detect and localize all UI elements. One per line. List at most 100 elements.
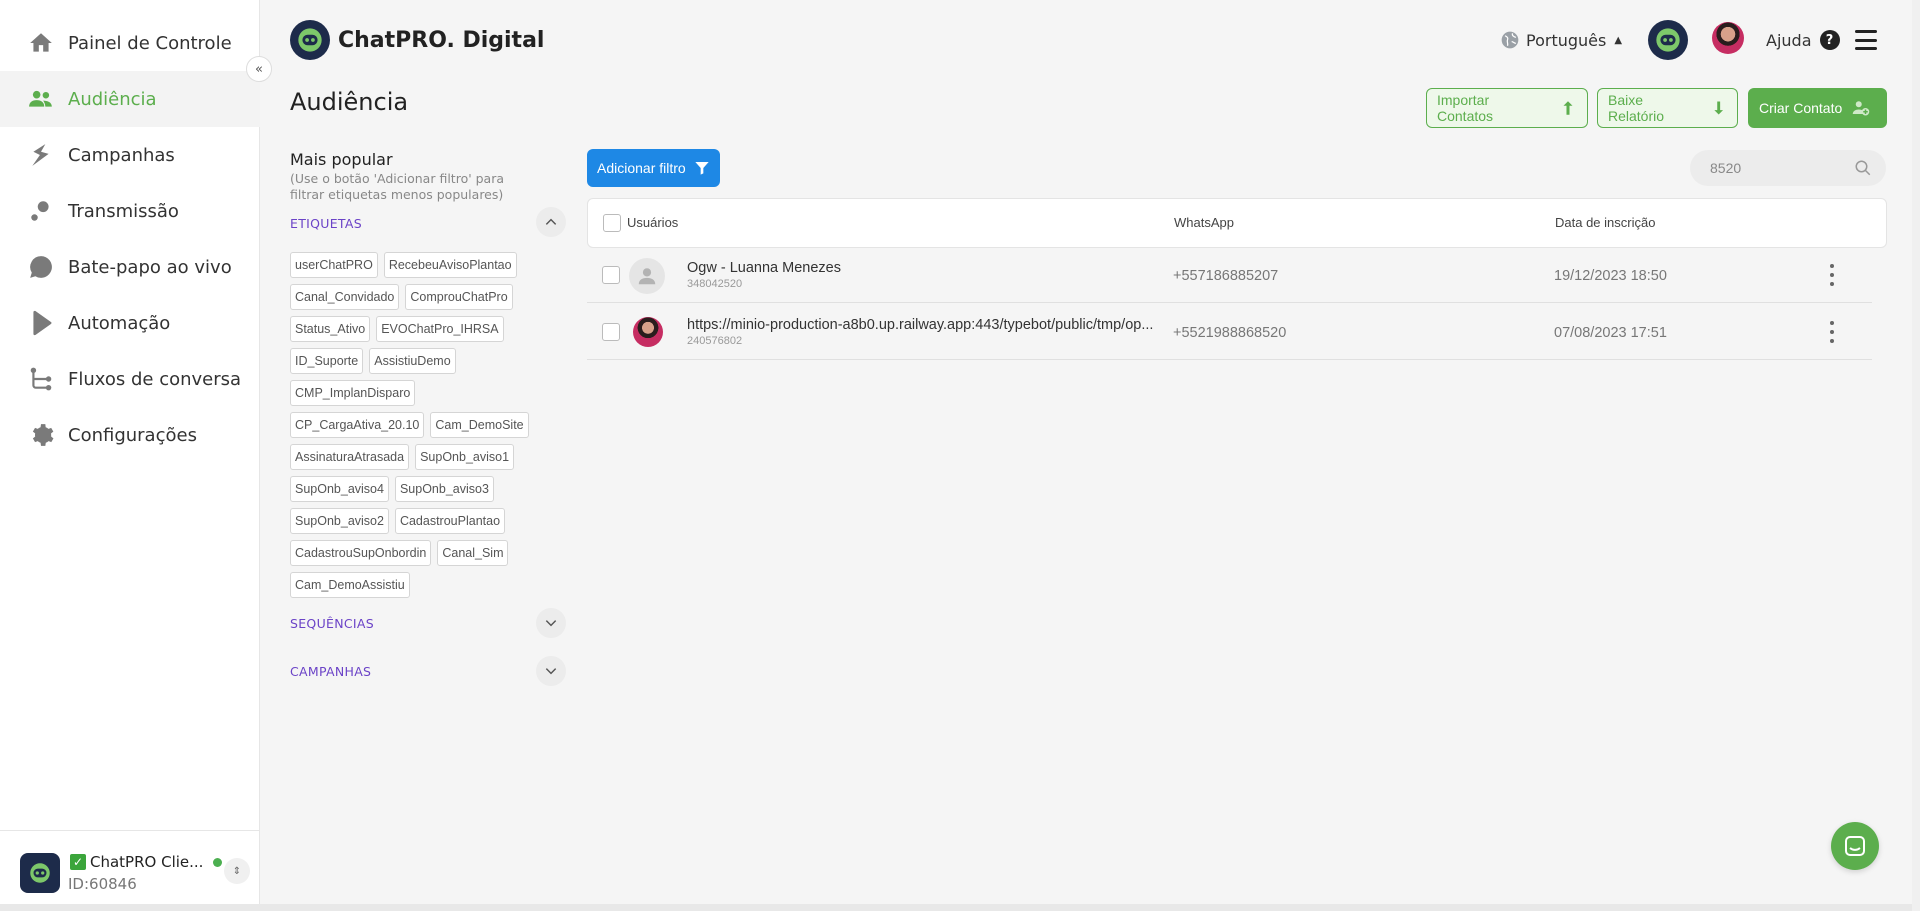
campaigns-section-toggle[interactable] [536, 656, 566, 686]
sequences-section-label[interactable]: SEQUÊNCIAS [290, 616, 374, 631]
account-logo [20, 853, 60, 893]
tag-chip[interactable]: Canal_Sim [437, 540, 509, 566]
tag-chip[interactable]: SupOnb_aviso2 [290, 508, 389, 534]
add-user-icon [1853, 101, 1870, 116]
tag-chip[interactable]: CadastrouSupOnbordin [290, 540, 432, 566]
column-header-date[interactable]: Data de inscrição [1555, 215, 1655, 230]
contact-name[interactable]: Ogw - Luanna Menezes [687, 260, 841, 276]
chat-icon [1845, 836, 1865, 856]
sidebar-item-live-chat[interactable]: Bate-papo ao vivo [0, 239, 260, 295]
vertical-scrollbar[interactable] [1912, 0, 1920, 911]
campaigns-section-label[interactable]: CAMPANHAS [290, 664, 371, 679]
gear-icon [28, 422, 54, 448]
column-header-whatsapp[interactable]: WhatsApp [1174, 215, 1234, 230]
tag-chip[interactable]: Cam_DemoSite [430, 412, 529, 438]
flow-icon [28, 366, 54, 392]
broadcast-icon [28, 198, 54, 224]
search-input[interactable] [1710, 160, 1850, 176]
bot-avatar-icon[interactable] [1648, 20, 1688, 60]
sidebar-item-automation[interactable]: Automação [0, 295, 260, 351]
tag-chip[interactable]: Canal_Convidado [290, 284, 400, 310]
upload-arrow-icon [1563, 101, 1573, 115]
table-row[interactable]: https://minio-production-a8b0.up.railway… [587, 303, 1872, 360]
sidebar-item-label: Automação [68, 312, 171, 334]
menu-icon[interactable] [1855, 30, 1877, 50]
tag-chip[interactable]: ComprouChatPro [405, 284, 513, 310]
chat-bubble-icon [28, 254, 54, 280]
sidebar-item-label: Painel de Controle [68, 32, 232, 54]
create-contact-button[interactable]: Criar Contato [1748, 88, 1887, 128]
row-checkbox[interactable] [602, 266, 620, 284]
play-icon [28, 310, 54, 336]
account-switcher[interactable]: ✓ ChatPRO Clie... ID:60846 [0, 830, 260, 911]
sidebar-item-label: Campanhas [68, 144, 175, 166]
sidebar-item-dashboard[interactable]: Painel de Controle [0, 15, 260, 71]
users-icon [28, 86, 54, 112]
import-contacts-button[interactable]: Importar Contatos [1426, 88, 1588, 128]
collapse-sidebar-button[interactable]: « [246, 56, 272, 82]
kebab-menu-icon[interactable] [1827, 321, 1837, 343]
sidebar-item-flows[interactable]: Fluxos de conversa [0, 351, 260, 407]
double-chevron-left-icon: « [255, 61, 263, 77]
tag-chip[interactable]: Cam_DemoAssistiu [290, 572, 410, 598]
tag-chip[interactable]: ID_Suporte [290, 348, 364, 374]
online-status-dot [213, 857, 223, 867]
table-row[interactable]: Ogw - Luanna Menezes 348042520 +55718688… [587, 246, 1872, 303]
brand-name: ChatPRO. Digital [338, 27, 545, 53]
avatar [629, 258, 665, 294]
tags-section-label[interactable]: ETIQUETAS [290, 216, 362, 231]
check-icon: ✓ [70, 854, 86, 870]
contact-name[interactable]: https://minio-production-a8b0.up.railway… [687, 317, 1153, 333]
sidebar-item-audience[interactable]: Audiência [0, 71, 260, 127]
tag-chip[interactable]: CP_CargaAtiva_20.10 [290, 412, 425, 438]
column-header-users[interactable]: Usuários [627, 215, 678, 230]
account-name: ChatPRO Clie... [90, 853, 204, 871]
tag-chip[interactable]: Status_Ativo [290, 316, 371, 342]
sidebar-item-campaigns[interactable]: Campanhas [0, 127, 260, 183]
tag-chip[interactable]: EVOChatPro_IHRSA [376, 316, 504, 342]
sidebar-item-broadcast[interactable]: Transmissão [0, 183, 260, 239]
tag-chip[interactable]: userChatPRO [290, 252, 378, 278]
tag-chip[interactable]: AssinaturaAtrasada [290, 444, 410, 470]
sidebar-item-label: Fluxos de conversa [68, 368, 242, 390]
tag-chip[interactable]: SupOnb_aviso4 [290, 476, 389, 502]
most-popular-title: Mais popular [290, 150, 393, 169]
tag-chip[interactable]: RecebeuAvisoPlantao [383, 252, 517, 278]
tag-chip[interactable]: CadastrouPlantao [394, 508, 506, 534]
globe-icon [1501, 31, 1519, 49]
tag-chip[interactable]: AssistiuDemo [369, 348, 456, 374]
contact-date: 19/12/2023 18:50 [1554, 268, 1667, 284]
download-report-button[interactable]: Baixe Relatório [1597, 88, 1738, 128]
add-filter-button[interactable]: Adicionar filtro [587, 149, 720, 187]
tag-chip[interactable]: SupOnb_aviso1 [415, 444, 515, 470]
sequences-section-toggle[interactable] [536, 608, 566, 638]
caret-up-icon: ▲ [1614, 34, 1623, 46]
support-chat-button[interactable] [1831, 822, 1879, 870]
contact-whatsapp: +557186885207 [1173, 268, 1279, 284]
horizontal-scrollbar[interactable] [0, 904, 1912, 911]
sidebar-item-label: Configurações [68, 424, 197, 446]
search-field[interactable] [1690, 150, 1886, 186]
search-icon[interactable] [1854, 159, 1872, 177]
contact-whatsapp: +5521988868520 [1173, 325, 1287, 341]
page-title: Audiência [290, 88, 409, 116]
brand[interactable]: ChatPRO. Digital [290, 20, 544, 60]
row-checkbox[interactable] [602, 323, 620, 341]
table-header: Usuários WhatsApp Data de inscrição [587, 198, 1887, 248]
chevron-down-icon [545, 620, 557, 627]
chevron-up-icon [545, 218, 557, 225]
kebab-menu-icon[interactable] [1827, 264, 1837, 286]
sidebar-item-label: Audiência [68, 88, 157, 110]
language-selector[interactable]: Português ▲ [1500, 30, 1622, 50]
help-link[interactable]: Ajuda ? [1766, 30, 1840, 50]
tags-section-toggle[interactable] [536, 207, 566, 237]
help-label: Ajuda [1766, 30, 1812, 50]
swap-account-icon[interactable]: ⇕ [224, 858, 250, 884]
tag-chip[interactable]: SupOnb_aviso3 [394, 476, 494, 502]
select-all-checkbox[interactable] [603, 214, 621, 232]
help-icon: ? [1819, 30, 1840, 50]
tag-chip[interactable]: CMP_ImplanDisparo [290, 380, 416, 406]
sidebar-item-label: Transmissão [68, 200, 179, 222]
sidebar-item-settings[interactable]: Configurações [0, 407, 260, 463]
user-avatar[interactable] [1712, 22, 1744, 54]
